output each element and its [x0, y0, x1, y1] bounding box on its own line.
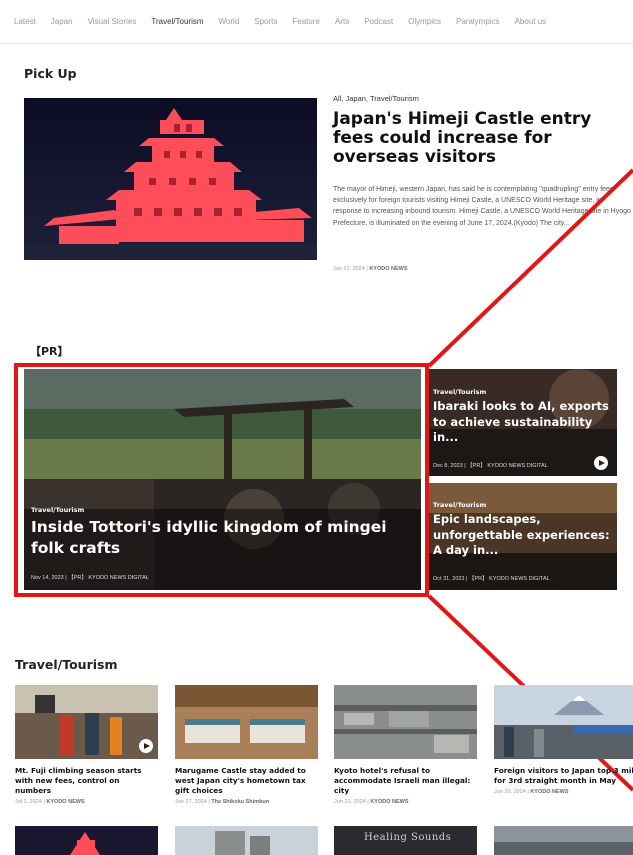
play-icon[interactable]: [139, 739, 153, 753]
travel-card-2-title[interactable]: Marugame Castle stay added to west Japan…: [175, 766, 318, 796]
pickup-categories[interactable]: All, Japan, Travel/Tourism: [333, 94, 419, 103]
travel-card-2-date: Jun 27, 2024: [175, 799, 207, 805]
nav-arts[interactable]: Arts: [335, 17, 349, 26]
nav-sports[interactable]: Sports: [254, 17, 277, 26]
travel-card-2-source: The Shikoku Shimbun: [211, 799, 270, 805]
mt-fuji-climbers-image: [15, 685, 158, 759]
nav-podcast[interactable]: Podcast: [364, 17, 393, 26]
pr-side-2-category: Travel/Tourism: [433, 501, 487, 509]
pickup-date: Jun 17, 2024: [333, 266, 365, 272]
travel-card-3-date: Jun 21, 2024: [334, 799, 366, 805]
pr-main-meta: Nov 14, 2023 | 【PR】 KYODO NEWS DIGITAL: [31, 575, 149, 581]
travel-card-4-title[interactable]: Foreign visitors to Japan top 3 mil. for…: [494, 766, 633, 786]
nav-about-us[interactable]: About us: [515, 17, 547, 26]
healing-sounds-caption: Healing Sounds: [364, 832, 452, 843]
travel-card-6-image[interactable]: [175, 826, 318, 855]
nav-olympics[interactable]: Olympics: [408, 17, 441, 26]
pickup-title[interactable]: Japan's Himeji Castle entry fees could i…: [333, 110, 633, 167]
nav-visual-stories[interactable]: Visual Stories: [88, 17, 137, 26]
pr-side-2-source: 【PR】 KYODO NEWS DIGITAL: [469, 576, 550, 582]
pr-side-1-meta: Dec 8, 2023 | 【PR】 KYODO NEWS DIGITAL: [433, 463, 548, 469]
travel-card-1-meta: Jul 1, 2024 | KYODO NEWS: [15, 799, 85, 805]
kyoto-aerial-image: [334, 685, 477, 759]
nav-japan[interactable]: Japan: [51, 17, 73, 26]
pickup-excerpt: The mayor of Himeji, western Japan, has …: [333, 186, 631, 227]
pr-side-2-date: Oct 31, 2023: [433, 576, 465, 582]
travel-card-3-meta: Jun 21, 2024 | KYODO NEWS: [334, 799, 409, 805]
travel-card-3-title[interactable]: Kyoto hotel's refusal to accommodate Isr…: [334, 766, 477, 796]
travel-card-2-meta: Jun 27, 2024 | The Shikoku Shimbun: [175, 799, 270, 805]
nav-paralympics[interactable]: Paralympics: [456, 17, 500, 26]
travel-card-4-meta: Jun 20, 2024 | KYODO NEWS: [494, 789, 569, 795]
travel-card-1-source: KYODO NEWS: [46, 799, 85, 805]
pr-main-card[interactable]: Travel/Tourism Inside Tottori's idyllic …: [24, 369, 421, 590]
pr-main-date: Nov 14, 2023: [31, 575, 64, 581]
pr-heading: 【PR】: [30, 345, 69, 358]
castle-illustration: [24, 98, 317, 260]
nav-latest[interactable]: Latest: [14, 17, 36, 26]
nav-travel-tourism[interactable]: Travel/Tourism: [151, 17, 203, 26]
pickup-heading: Pick Up: [24, 66, 77, 81]
pr-side-1-category: Travel/Tourism: [433, 388, 487, 396]
nav-world[interactable]: World: [219, 17, 240, 26]
travel-card-5-image[interactable]: [15, 826, 158, 855]
travel-card-1[interactable]: Mt. Fuji climbing season starts with new…: [15, 685, 158, 805]
nav-feature[interactable]: Feature: [292, 17, 320, 26]
play-icon[interactable]: [594, 456, 608, 470]
travel-card-4[interactable]: Foreign visitors to Japan top 3 mil. for…: [494, 685, 633, 795]
travel-card-7-image[interactable]: Healing Sounds: [334, 826, 477, 855]
marugame-room-image: [175, 685, 318, 759]
pr-main-title[interactable]: Inside Tottori's idyllic kingdom of ming…: [31, 517, 416, 559]
pr-side-1-source: 【PR】 KYODO NEWS DIGITAL: [467, 463, 548, 469]
pickup-meta: Jun 17, 2024 | KYODO NEWS: [333, 266, 408, 272]
pr-side-2-meta: Oct 31, 2023 | 【PR】 KYODO NEWS DIGITAL: [433, 576, 550, 582]
pr-side-1-date: Dec 8, 2023: [433, 463, 463, 469]
travel-heading: Travel/Tourism: [15, 657, 118, 672]
travel-card-2[interactable]: Marugame Castle stay added to west Japan…: [175, 685, 318, 805]
pr-main-source: 【PR】 KYODO NEWS DIGITAL: [68, 575, 149, 581]
travel-card-3[interactable]: Kyoto hotel's refusal to accommodate Isr…: [334, 685, 477, 805]
pickup-source: KYODO NEWS: [369, 266, 408, 272]
pr-side-card-1[interactable]: Travel/Tourism Ibaraki looks to AI, expo…: [429, 369, 617, 476]
travel-card-1-title[interactable]: Mt. Fuji climbing season starts with new…: [15, 766, 158, 796]
pr-side-2-title[interactable]: Epic landscapes, unforgettable experienc…: [433, 512, 613, 559]
travel-card-4-date: Jun 20, 2024: [494, 789, 526, 795]
top-nav: Latest Japan Visual Stories Travel/Touri…: [0, 0, 633, 44]
himeji-castle-image[interactable]: [24, 98, 317, 260]
travel-card-8-image[interactable]: [494, 826, 633, 855]
pr-main-category: Travel/Tourism: [31, 506, 85, 514]
pr-side-1-title[interactable]: Ibaraki looks to AI, exports to achieve …: [433, 399, 613, 446]
travel-card-4-source: KYODO NEWS: [530, 789, 569, 795]
travel-card-1-date: Jul 1, 2024: [15, 799, 42, 805]
travel-card-3-source: KYODO NEWS: [370, 799, 409, 805]
fuji-tourists-image: [494, 685, 633, 759]
pr-side-card-2[interactable]: Travel/Tourism Epic landscapes, unforget…: [429, 483, 617, 590]
